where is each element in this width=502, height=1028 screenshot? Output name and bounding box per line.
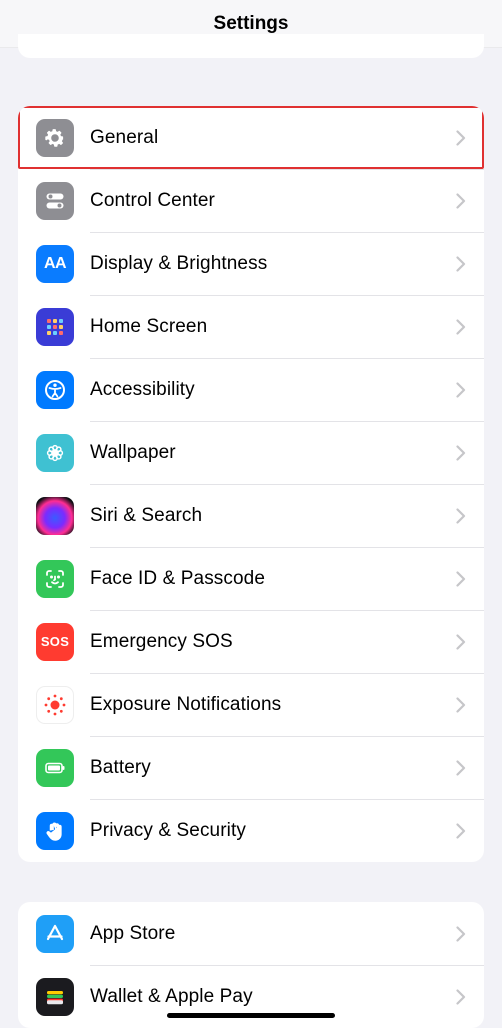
- settings-row-exposure-notifications[interactable]: Exposure Notifications: [18, 673, 484, 736]
- sos-icon: SOS: [36, 623, 74, 661]
- page-title: Settings: [214, 13, 289, 35]
- settings-row-face-id-passcode[interactable]: Face ID & Passcode: [18, 547, 484, 610]
- settings-row-emergency-sos[interactable]: SOS Emergency SOS: [18, 610, 484, 673]
- row-label: General: [90, 127, 456, 149]
- row-label: Home Screen: [90, 316, 456, 338]
- toggles-icon: [36, 182, 74, 220]
- settings-row-accessibility[interactable]: Accessibility: [18, 358, 484, 421]
- row-label: Siri & Search: [90, 505, 456, 527]
- wallet-icon: [36, 978, 74, 1016]
- chevron-right-icon: [456, 634, 466, 650]
- battery-icon: [36, 749, 74, 787]
- row-label: Exposure Notifications: [90, 694, 456, 716]
- chevron-right-icon: [456, 571, 466, 587]
- row-label: Face ID & Passcode: [90, 568, 456, 590]
- gear-icon: [36, 119, 74, 157]
- row-label: Wallet & Apple Pay: [90, 986, 456, 1008]
- settings-row-app-store[interactable]: App Store: [18, 902, 484, 965]
- row-label: Emergency SOS: [90, 631, 456, 653]
- chevron-right-icon: [456, 760, 466, 776]
- settings-row-general[interactable]: General: [18, 106, 484, 169]
- settings-row-battery[interactable]: Battery: [18, 736, 484, 799]
- face-id-icon: [36, 560, 74, 598]
- flower-icon: [36, 434, 74, 472]
- row-label: Accessibility: [90, 379, 456, 401]
- settings-row-control-center[interactable]: Control Center: [18, 169, 484, 232]
- row-label: Wallpaper: [90, 442, 456, 464]
- row-label: Battery: [90, 757, 456, 779]
- settings-row-home-screen[interactable]: Home Screen: [18, 295, 484, 358]
- chevron-right-icon: [456, 508, 466, 524]
- chevron-right-icon: [456, 382, 466, 398]
- chevron-right-icon: [456, 130, 466, 146]
- siri-icon: [36, 497, 74, 535]
- settings-group-main: General Control Center AA: [18, 106, 484, 862]
- row-label: Display & Brightness: [90, 253, 456, 275]
- hand-icon: [36, 812, 74, 850]
- settings-row-siri-search[interactable]: Siri & Search: [18, 484, 484, 547]
- settings-row-wallpaper[interactable]: Wallpaper: [18, 421, 484, 484]
- settings-row-wallet-apple-pay[interactable]: Wallet & Apple Pay: [18, 965, 484, 1028]
- row-label: Privacy & Security: [90, 820, 456, 842]
- text-size-icon: AA: [36, 245, 74, 283]
- app-grid-icon: [36, 308, 74, 346]
- chevron-right-icon: [456, 319, 466, 335]
- home-indicator[interactable]: [167, 1013, 335, 1018]
- chevron-right-icon: [456, 256, 466, 272]
- row-label: Control Center: [90, 190, 456, 212]
- previous-group-edge: [18, 34, 484, 58]
- app-store-icon: [36, 915, 74, 953]
- exposure-icon: [36, 686, 74, 724]
- chevron-right-icon: [456, 823, 466, 839]
- chevron-right-icon: [456, 926, 466, 942]
- chevron-right-icon: [456, 193, 466, 209]
- chevron-right-icon: [456, 697, 466, 713]
- settings-row-display-brightness[interactable]: AA Display & Brightness: [18, 232, 484, 295]
- settings-group-store: App Store Wallet & Apple Pay: [18, 902, 484, 1028]
- accessibility-icon: [36, 371, 74, 409]
- settings-row-privacy-security[interactable]: Privacy & Security: [18, 799, 484, 862]
- chevron-right-icon: [456, 989, 466, 1005]
- chevron-right-icon: [456, 445, 466, 461]
- row-label: App Store: [90, 923, 456, 945]
